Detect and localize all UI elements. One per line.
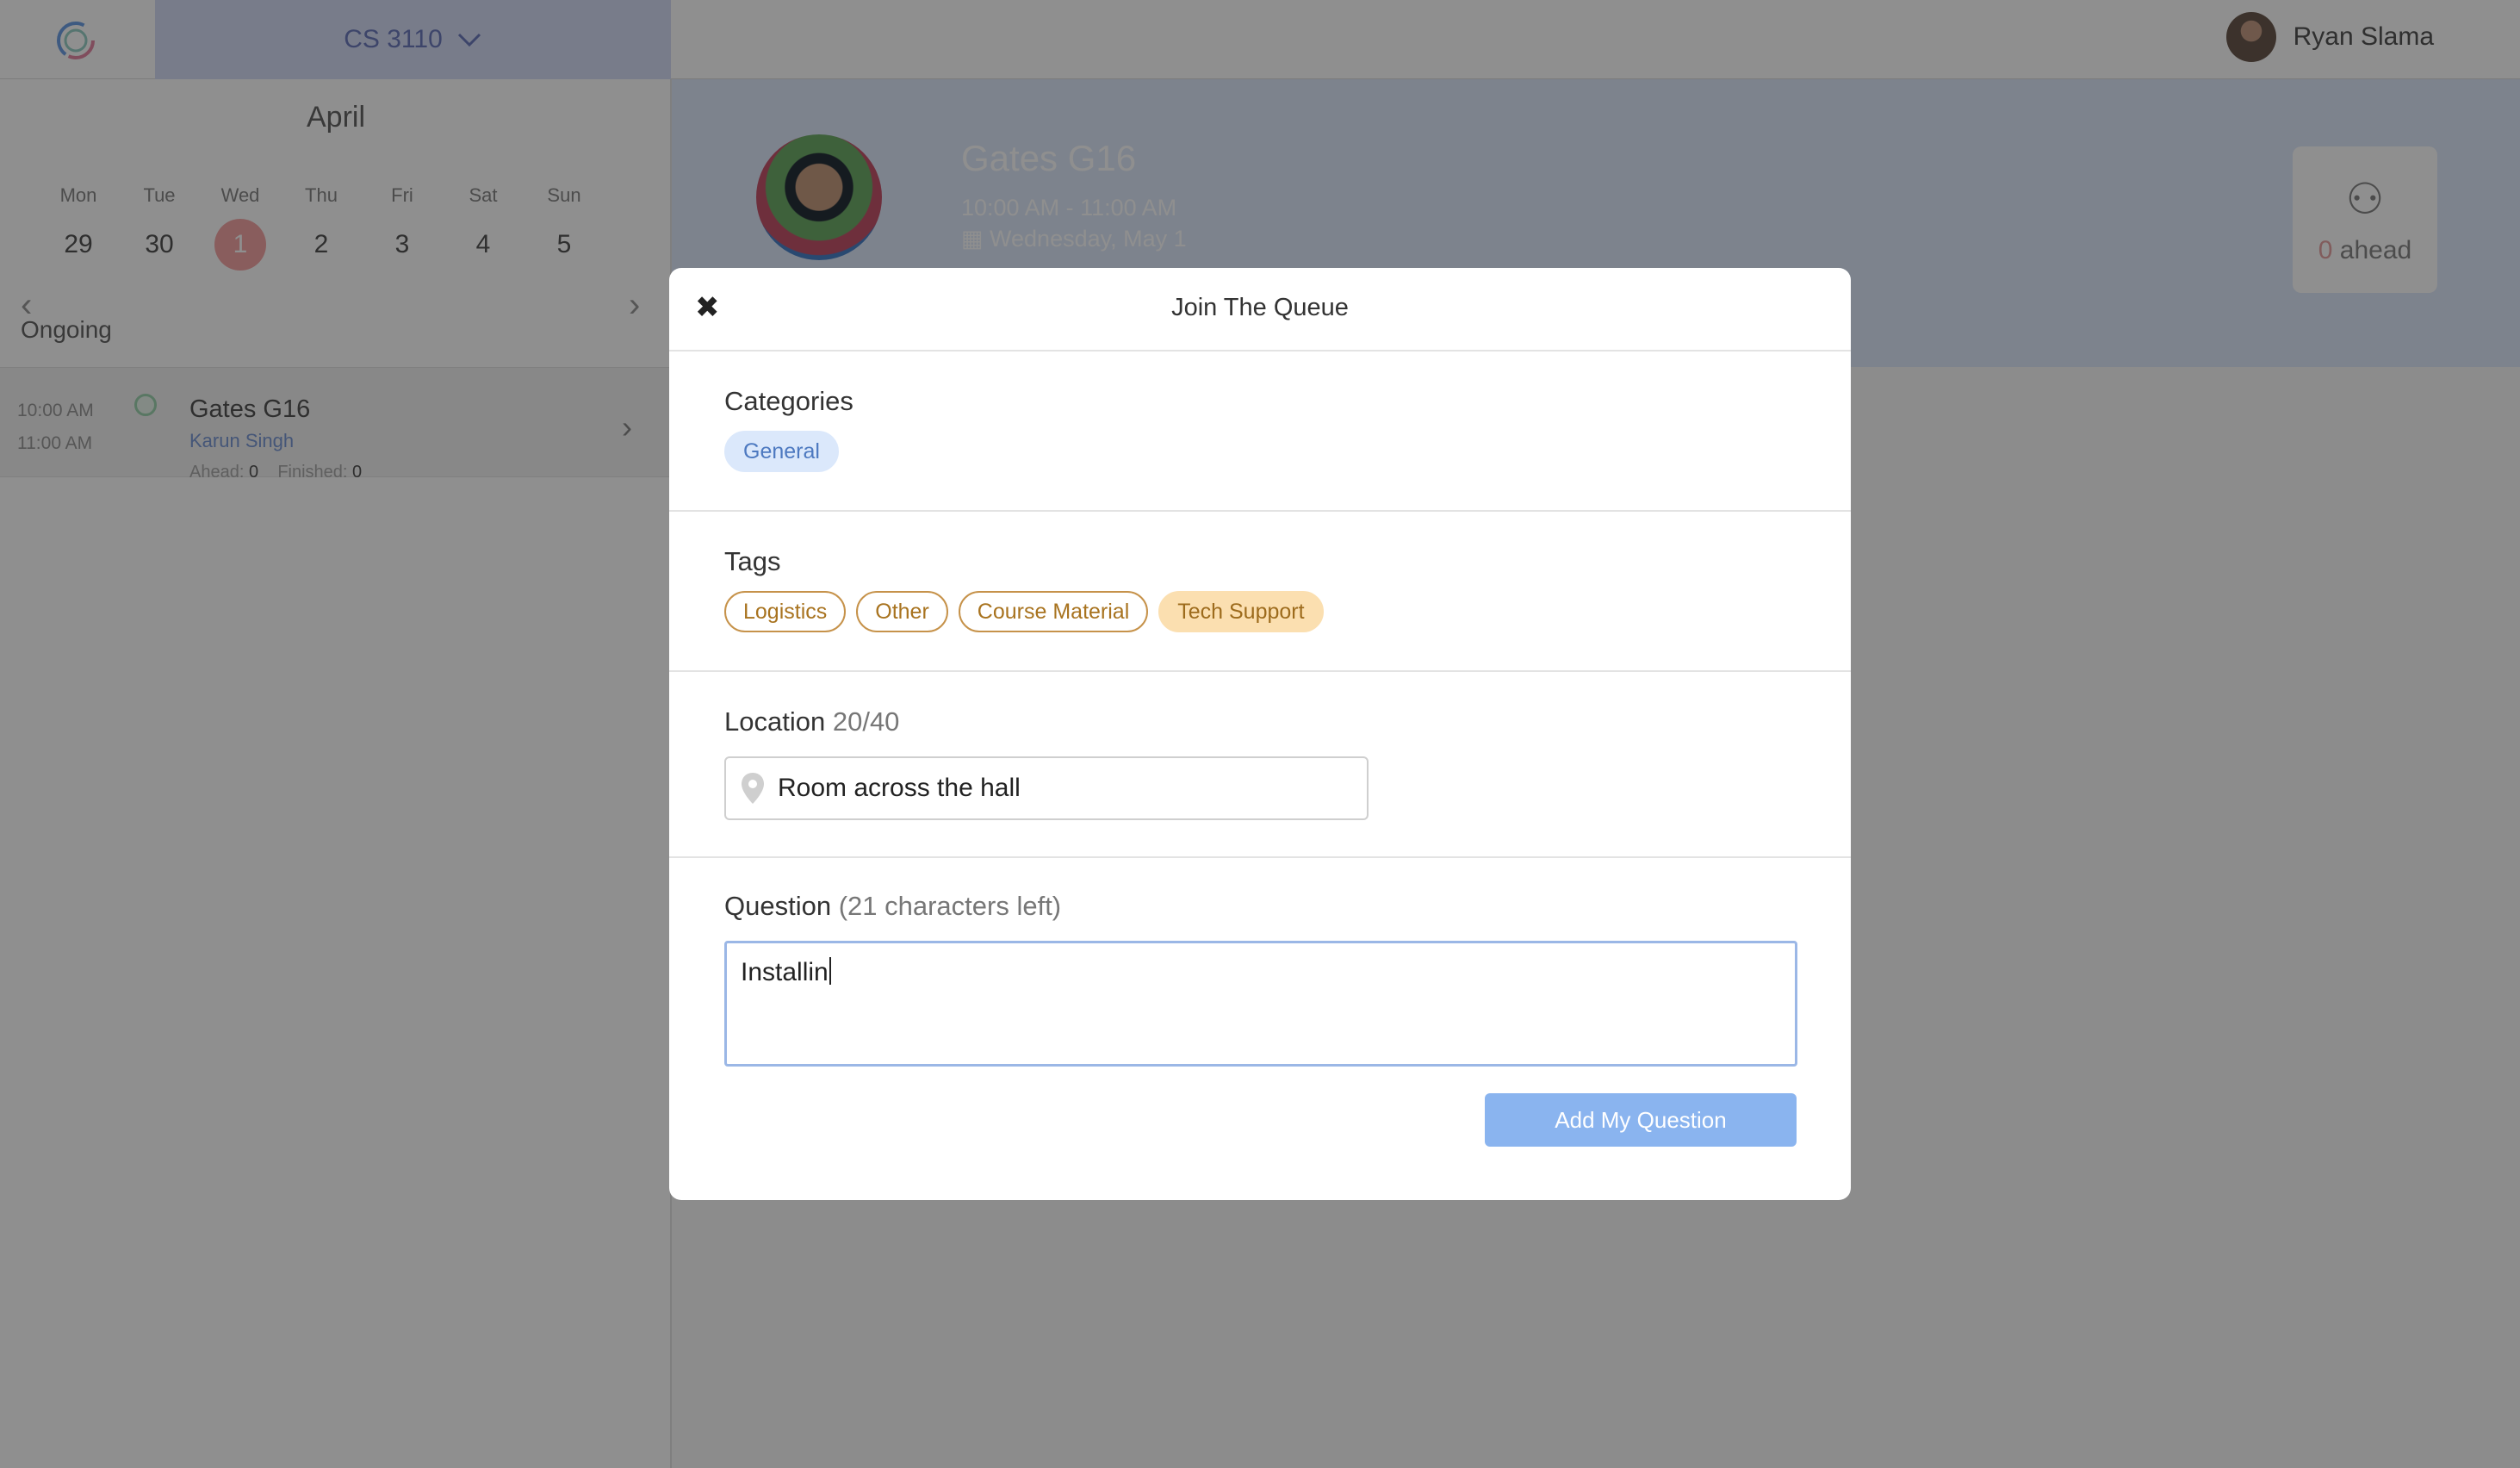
- tag-pill-course-material[interactable]: Course Material: [958, 591, 1149, 632]
- join-queue-modal: ✖ Join The Queue Categories General Tags…: [669, 268, 1851, 1200]
- tags-section: Tags Logistics Other Course Material Tec…: [669, 512, 1851, 672]
- tag-list: Logistics Other Course Material Tech Sup…: [724, 591, 1324, 632]
- location-value: Room across the hall: [778, 774, 1021, 802]
- question-value: Installin: [741, 958, 829, 986]
- question-textarea[interactable]: Installin: [724, 941, 1797, 1067]
- location-label-text: Location: [724, 706, 826, 737]
- categories-label: Categories: [724, 386, 853, 416]
- category-pill-general[interactable]: General: [724, 431, 839, 472]
- category-list: General: [724, 431, 839, 472]
- text-caret: [829, 957, 831, 985]
- question-label: Question (21 characters left): [724, 891, 1061, 922]
- tags-label: Tags: [724, 546, 781, 576]
- tag-pill-other[interactable]: Other: [856, 591, 948, 632]
- tag-pill-tech-support[interactable]: Tech Support: [1158, 591, 1324, 632]
- categories-section: Categories General: [669, 351, 1851, 512]
- question-label-text: Question: [724, 891, 832, 921]
- add-question-button[interactable]: Add My Question: [1485, 1093, 1797, 1147]
- modal-header: ✖ Join The Queue: [669, 268, 1851, 351]
- location-label: Location 20/40: [724, 706, 899, 737]
- location-char-count: 20/40: [832, 706, 900, 737]
- location-input[interactable]: Room across the hall: [724, 756, 1369, 820]
- question-chars-left: (21 characters left): [838, 891, 1062, 921]
- location-section: Location 20/40 Room across the hall: [669, 672, 1851, 858]
- tag-pill-logistics[interactable]: Logistics: [724, 591, 847, 632]
- modal-title: Join The Queue: [1171, 294, 1349, 321]
- map-pin-icon: [742, 773, 764, 804]
